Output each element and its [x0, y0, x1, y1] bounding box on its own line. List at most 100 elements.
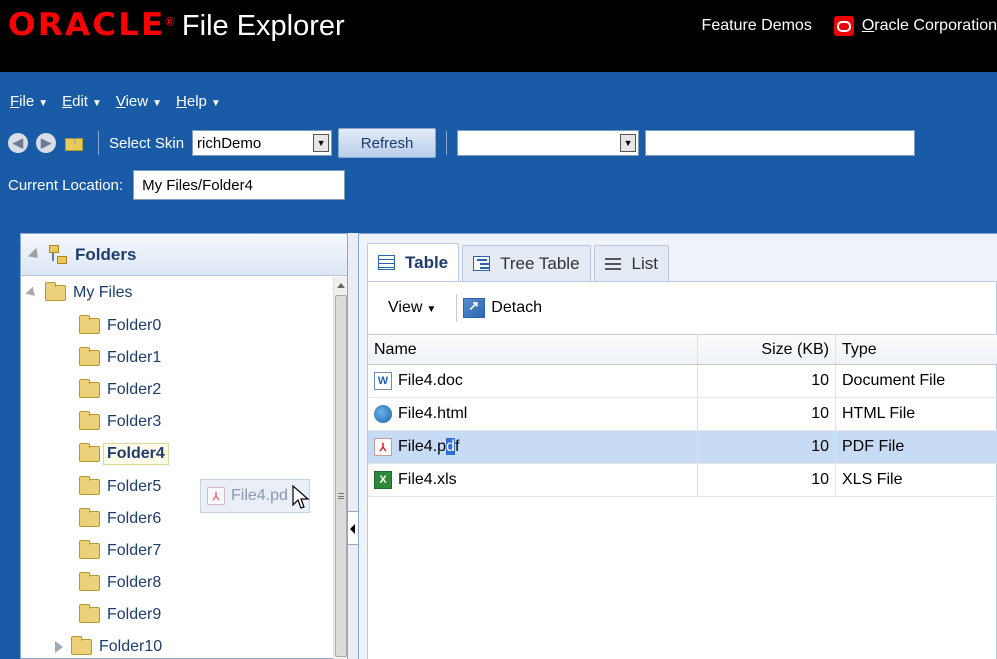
- right-panel: Table Tree Table List View▼ Detach Name …: [359, 233, 997, 659]
- menu-view-mnemonic: V: [115, 92, 126, 110]
- tree-scrollbar[interactable]: [333, 277, 348, 659]
- tree-node-label: Folder1: [107, 349, 162, 366]
- column-header-name[interactable]: Name: [368, 335, 698, 364]
- menubar: File ▼ Edit ▼ View ▼ Help ▼: [0, 86, 235, 116]
- expand-toggle-icon[interactable]: [55, 641, 63, 653]
- tree-node-folder2[interactable]: Folder2: [79, 377, 161, 403]
- tree-node-label: Folder8: [107, 574, 162, 591]
- scrollbar-thumb[interactable]: [335, 295, 347, 657]
- tree-node-label: Folder5: [107, 478, 162, 495]
- scroll-up-icon[interactable]: [337, 283, 345, 288]
- tree-node-label: Folder4: [103, 443, 169, 465]
- folder-icon: [79, 572, 100, 591]
- expand-toggle-icon[interactable]: [25, 286, 39, 300]
- cell-type: Document File: [842, 372, 946, 389]
- tree-node-label: Folder6: [107, 510, 162, 527]
- tree-node-folder3[interactable]: Folder3: [79, 409, 161, 435]
- chevron-down-icon: ▼: [38, 97, 49, 109]
- oracle-logo: ORACLE ® File Explorer: [8, 7, 345, 49]
- folder-icon: [79, 443, 100, 462]
- column-header-type[interactable]: Type: [836, 335, 877, 364]
- view-tabs: Table Tree Table List: [367, 243, 672, 281]
- forward-icon[interactable]: ▶: [36, 133, 56, 153]
- feature-demos-link[interactable]: Feature Demos: [702, 17, 812, 35]
- file-table: Name Size (KB) Type W File4.doc 10 Docum…: [368, 334, 997, 497]
- toolbar-separator: [456, 294, 458, 322]
- cell-size: 10: [698, 431, 836, 463]
- refresh-button[interactable]: Refresh: [338, 128, 437, 158]
- table-row-selected[interactable]: ⅄ File4.pdf 10 PDF File: [368, 431, 997, 464]
- folder-tree-icon: [49, 244, 69, 265]
- tree-node-folder5[interactable]: Folder5: [79, 474, 161, 500]
- cell-name: W File4.doc: [368, 365, 698, 397]
- collapse-left-icon[interactable]: [348, 511, 358, 545]
- table-row[interactable]: X File4.xls 10 XLS File: [368, 464, 997, 497]
- file-name-part: f: [454, 438, 460, 455]
- list-icon: [604, 256, 622, 271]
- corp-first-letter: O: [861, 17, 875, 34]
- detach-button[interactable]: Detach: [491, 299, 542, 317]
- folder-icon: [79, 476, 100, 495]
- column-header-size[interactable]: Size (KB): [698, 335, 836, 364]
- search-input[interactable]: [645, 130, 916, 156]
- tab-tree-table[interactable]: Tree Table: [462, 245, 591, 281]
- dropdown-arrow-icon[interactable]: ▼: [313, 134, 330, 152]
- file-name: File4.doc: [398, 372, 463, 389]
- tree-node-folder7[interactable]: Folder7: [79, 538, 161, 564]
- app-title: File Explorer: [181, 10, 345, 42]
- tree-node-folder6[interactable]: Folder6: [79, 506, 161, 532]
- word-doc-icon: W: [374, 372, 392, 390]
- folder-icon: [71, 636, 92, 655]
- view-menu[interactable]: View ▼: [388, 299, 436, 317]
- menu-edit[interactable]: Edit ▼: [62, 93, 102, 110]
- cell-name: ⅄ File4.pdf: [368, 431, 698, 463]
- tree-node-label: Folder10: [99, 638, 163, 655]
- tree-node-folder4[interactable]: Folder4: [79, 441, 169, 467]
- table-icon: [378, 255, 395, 270]
- trademark-mark: ®: [163, 15, 176, 29]
- table-toolbar: View▼ Detach: [368, 282, 996, 334]
- table-row[interactable]: W File4.doc 10 Document File: [368, 365, 997, 398]
- view-menu-label: View: [388, 299, 423, 316]
- folder-icon: [79, 508, 100, 527]
- tree-node-folder1[interactable]: Folder1: [79, 345, 161, 371]
- table-row[interactable]: File4.html 10 HTML File: [368, 398, 997, 431]
- tree-node-folder10[interactable]: Folder10: [55, 634, 162, 659]
- dropdown-arrow-icon[interactable]: ▼: [620, 134, 637, 152]
- tree-node-my-files[interactable]: My Files: [25, 280, 133, 306]
- file-name: File4.html: [398, 405, 468, 422]
- tree-node-label: Folder2: [107, 381, 162, 398]
- panel-splitter[interactable]: [347, 233, 359, 659]
- tree-node-folder9[interactable]: Folder9: [79, 602, 161, 628]
- search-scope-select[interactable]: ▼: [457, 130, 640, 156]
- toolbar-separator: [98, 131, 99, 155]
- folder-icon: [79, 315, 100, 334]
- tab-table[interactable]: Table: [367, 243, 460, 281]
- detach-icon[interactable]: [463, 298, 486, 318]
- collapse-panel-icon[interactable]: [27, 247, 43, 262]
- folder-icon: [79, 604, 100, 623]
- folders-panel: Folders My Files Folder0 Folder1 Folder2…: [20, 233, 348, 659]
- tree-node-label: Folder7: [107, 542, 162, 559]
- chevron-down-icon: ▼: [210, 97, 221, 109]
- tab-list[interactable]: List: [593, 245, 669, 281]
- oracle-corporation-link[interactable]: Oracle Corporation: [862, 17, 997, 35]
- menu-file[interactable]: File ▼: [10, 93, 48, 110]
- menu-file-mnemonic: F: [10, 92, 20, 110]
- tree-node-folder8[interactable]: Folder8: [79, 570, 161, 596]
- current-location-field[interactable]: My Files/Folder4: [133, 170, 346, 200]
- folder-icon: [79, 347, 100, 366]
- menu-file-label: ile: [19, 92, 35, 110]
- menu-edit-mnemonic: E: [62, 92, 73, 110]
- menu-help[interactable]: Help ▼: [176, 93, 221, 110]
- mouse-pointer-icon: [292, 485, 310, 509]
- folder-up-icon[interactable]: ↑: [64, 133, 86, 153]
- menu-view[interactable]: View ▼: [116, 93, 162, 110]
- skin-select[interactable]: richDemo ▼: [192, 130, 333, 156]
- folders-panel-header[interactable]: Folders: [21, 234, 347, 276]
- toolbar-separator: [446, 131, 448, 155]
- tree-node-folder0[interactable]: Folder0: [79, 313, 161, 339]
- back-icon[interactable]: ◀: [8, 133, 28, 153]
- folder-icon: [45, 282, 66, 301]
- cell-size: 10: [698, 365, 836, 397]
